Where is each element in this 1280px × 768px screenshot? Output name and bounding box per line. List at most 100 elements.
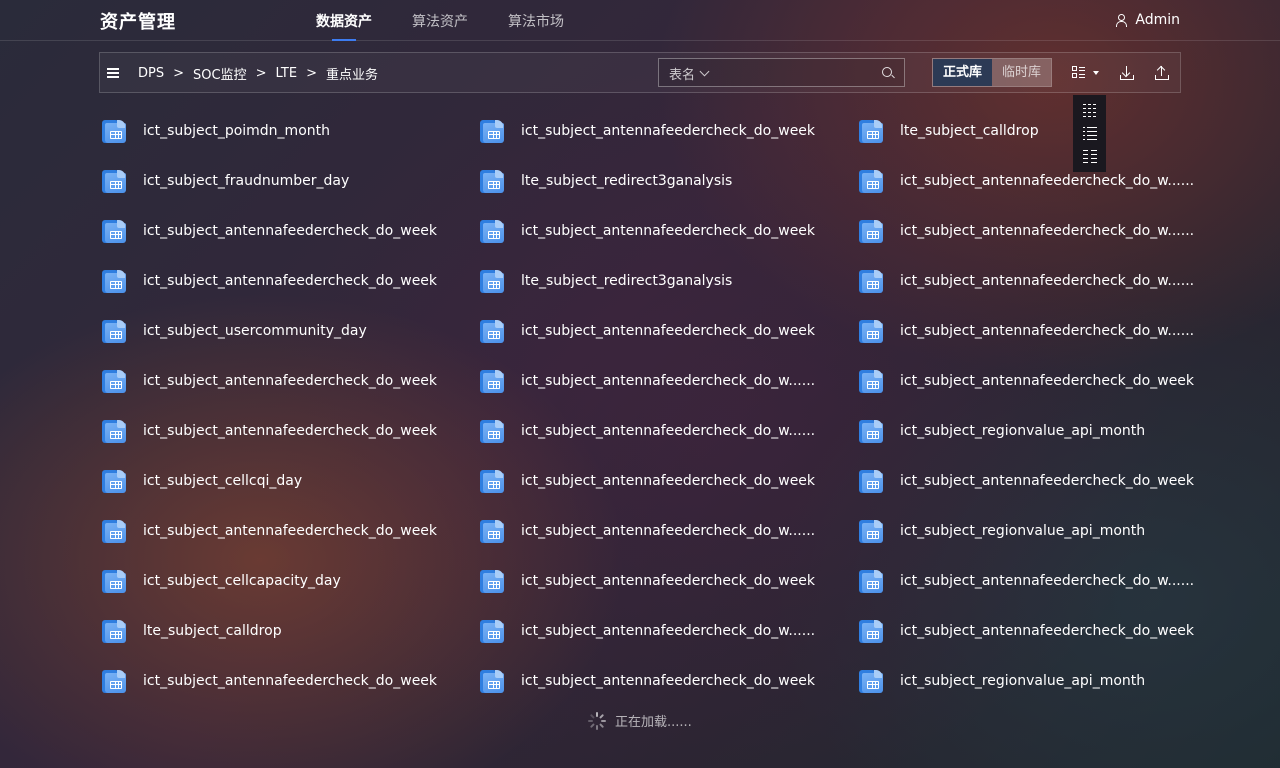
table-item[interactable]: lte_subject_calldrop xyxy=(857,106,1190,156)
table-item[interactable]: ict_subject_usercommunity_day xyxy=(100,306,478,356)
search-field-select[interactable]: 表名 xyxy=(669,64,710,83)
tab-algorithm-assets[interactable]: 算法资产 xyxy=(412,0,468,41)
table-file-icon xyxy=(478,519,506,544)
table-item[interactable]: ict_subject_antennafeedercheck_do_week xyxy=(100,656,478,706)
table-item-name: ict_subject_antennafeedercheck_do_week xyxy=(521,323,816,339)
table-file-icon xyxy=(478,169,506,194)
table-item-name: ict_subject_antennafeedercheck_do_week xyxy=(521,573,816,589)
table-item[interactable]: ict_subject_antennafeedercheck_do_w.....… xyxy=(857,256,1194,306)
table-item[interactable]: ict_subject_antennafeedercheck_do_w.....… xyxy=(857,206,1194,256)
table-file-icon xyxy=(100,169,128,194)
download-icon[interactable] xyxy=(1119,65,1135,81)
table-item-name: ict_subject_antennafeedercheck_do_week xyxy=(900,473,1195,489)
table-item[interactable]: ict_subject_antennafeedercheck_do_week xyxy=(857,456,1194,506)
table-file-icon xyxy=(857,419,885,444)
table-file-icon xyxy=(857,669,885,694)
table-item[interactable]: ict_subject_antennafeedercheck_do_week xyxy=(100,256,478,306)
tab-data-assets[interactable]: 数据资产 xyxy=(316,0,372,41)
table-item[interactable]: ict_subject_antennafeedercheck_do_w.....… xyxy=(857,306,1194,356)
user-name: Admin xyxy=(1135,12,1180,28)
table-item[interactable]: ict_subject_fraudnumber_day xyxy=(100,156,478,206)
table-item[interactable]: ict_subject_antennafeedercheck_do_week xyxy=(478,106,857,156)
upload-icon[interactable] xyxy=(1154,65,1170,81)
table-item[interactable]: ict_subject_antennafeedercheck_do_w.....… xyxy=(478,356,857,406)
table-file-icon xyxy=(857,469,885,494)
table-file-icon xyxy=(100,619,128,644)
table-item[interactable]: ict_subject_regionvalue_api_month xyxy=(857,656,1190,706)
table-item[interactable]: ict_subject_antennafeedercheck_do_w.....… xyxy=(478,506,857,556)
table-item-name: ict_subject_antennafeedercheck_do_w.....… xyxy=(900,573,1195,589)
table-item[interactable]: ict_subject_antennafeedercheck_do_week xyxy=(478,206,857,256)
table-item[interactable]: ict_subject_antennafeedercheck_do_week xyxy=(857,606,1194,656)
table-file-icon xyxy=(478,619,506,644)
breadcrumb-item[interactable]: LTE xyxy=(275,66,297,81)
table-item-name: ict_subject_antennafeedercheck_do_week xyxy=(143,523,438,539)
table-item[interactable]: ict_subject_antennafeedercheck_do_week xyxy=(857,356,1194,406)
breadcrumb: DPS > SOC监控 > LTE > 重点业务 xyxy=(138,64,378,83)
table-item-name: ict_subject_antennafeedercheck_do_w.....… xyxy=(900,173,1195,189)
table-item-name: lte_subject_calldrop xyxy=(900,123,1039,139)
table-item-name: ict_subject_antennafeedercheck_do_w.....… xyxy=(521,373,816,389)
table-item-name: ict_subject_fraudnumber_day xyxy=(143,173,350,189)
table-item[interactable]: ict_subject_cellcapacity_day xyxy=(100,556,478,606)
table-item[interactable]: ict_subject_antennafeedercheck_do_week xyxy=(100,506,478,556)
view-mode-button[interactable] xyxy=(1072,66,1102,82)
search-input[interactable] xyxy=(725,62,875,83)
table-file-icon xyxy=(857,369,885,394)
table-item[interactable]: lte_subject_redirect3ganalysis xyxy=(478,156,857,206)
table-item-name: ict_subject_antennafeedercheck_do_week xyxy=(521,123,816,139)
table-item-name: ict_subject_regionvalue_api_month xyxy=(900,523,1146,539)
search-icon[interactable] xyxy=(882,67,892,77)
table-item[interactable]: ict_subject_poimdn_month xyxy=(100,106,478,156)
user-menu[interactable]: Admin xyxy=(1115,12,1180,28)
table-file-icon xyxy=(857,569,885,594)
table-file-icon xyxy=(478,369,506,394)
database-toggle: 正式库 临时库 xyxy=(932,58,1052,87)
table-item-name: ict_subject_poimdn_month xyxy=(143,123,330,139)
user-icon xyxy=(1115,13,1128,27)
main-nav: 数据资产 算法资产 算法市场 xyxy=(316,0,564,41)
table-item[interactable]: lte_subject_redirect3ganalysis xyxy=(478,256,857,306)
table-file-icon xyxy=(100,319,128,344)
breadcrumb-item[interactable]: DPS xyxy=(138,66,164,81)
table-file-icon xyxy=(857,619,885,644)
production-db-button[interactable]: 正式库 xyxy=(933,59,992,86)
table-item-name: ict_subject_antennafeedercheck_do_week xyxy=(521,673,816,689)
breadcrumb-item[interactable]: SOC监控 xyxy=(193,64,247,83)
table-item-name: ict_subject_usercommunity_day xyxy=(143,323,367,339)
table-item[interactable]: ict_subject_antennafeedercheck_do_week xyxy=(478,306,857,356)
table-file-icon xyxy=(478,219,506,244)
table-grid: ict_subject_poimdn_month ict_subject_ant… xyxy=(100,106,1194,706)
table-item[interactable]: ict_subject_regionvalue_api_month xyxy=(857,506,1190,556)
table-file-icon xyxy=(857,269,885,294)
tab-algorithm-market[interactable]: 算法市场 xyxy=(508,0,564,41)
table-item[interactable]: ict_subject_antennafeedercheck_do_w.....… xyxy=(478,606,857,656)
table-item[interactable]: ict_subject_antennafeedercheck_do_week xyxy=(478,656,857,706)
table-file-icon xyxy=(478,119,506,144)
table-item[interactable]: ict_subject_antennafeedercheck_do_w.....… xyxy=(478,406,857,456)
table-item-name: lte_subject_redirect3ganalysis xyxy=(521,273,733,289)
table-item[interactable]: lte_subject_calldrop xyxy=(100,606,478,656)
search-box: 表名 xyxy=(658,58,905,87)
table-item[interactable]: ict_subject_antennafeedercheck_do_w.....… xyxy=(857,556,1194,606)
table-file-icon xyxy=(478,419,506,444)
table-item-name: ict_subject_antennafeedercheck_do_week xyxy=(143,223,438,239)
table-item[interactable]: ict_subject_antennafeedercheck_do_w.....… xyxy=(857,156,1194,206)
temporary-db-button[interactable]: 临时库 xyxy=(992,59,1051,86)
toolbar: DPS > SOC监控 > LTE > 重点业务 表名 正式库 临时库 xyxy=(99,52,1181,93)
table-file-icon xyxy=(100,219,128,244)
table-item-name: lte_subject_redirect3ganalysis xyxy=(521,173,733,189)
table-item[interactable]: ict_subject_cellcqi_day xyxy=(100,456,478,506)
hamburger-menu-icon[interactable] xyxy=(107,68,119,78)
table-item-name: ict_subject_antennafeedercheck_do_week xyxy=(143,423,438,439)
table-file-icon xyxy=(100,519,128,544)
table-item[interactable]: ict_subject_antennafeedercheck_do_week xyxy=(100,356,478,406)
table-item[interactable]: ict_subject_antennafeedercheck_do_week xyxy=(100,206,478,256)
table-item[interactable]: ict_subject_antennafeedercheck_do_week xyxy=(478,456,857,506)
table-item[interactable]: ict_subject_regionvalue_api_month xyxy=(857,406,1190,456)
grid-view-icon xyxy=(1072,66,1086,80)
table-item[interactable]: ict_subject_antennafeedercheck_do_week xyxy=(478,556,857,606)
breadcrumb-item-current: 重点业务 xyxy=(326,68,379,83)
table-item[interactable]: ict_subject_antennafeedercheck_do_week xyxy=(100,406,478,456)
table-item-name: ict_subject_cellcqi_day xyxy=(143,473,303,489)
